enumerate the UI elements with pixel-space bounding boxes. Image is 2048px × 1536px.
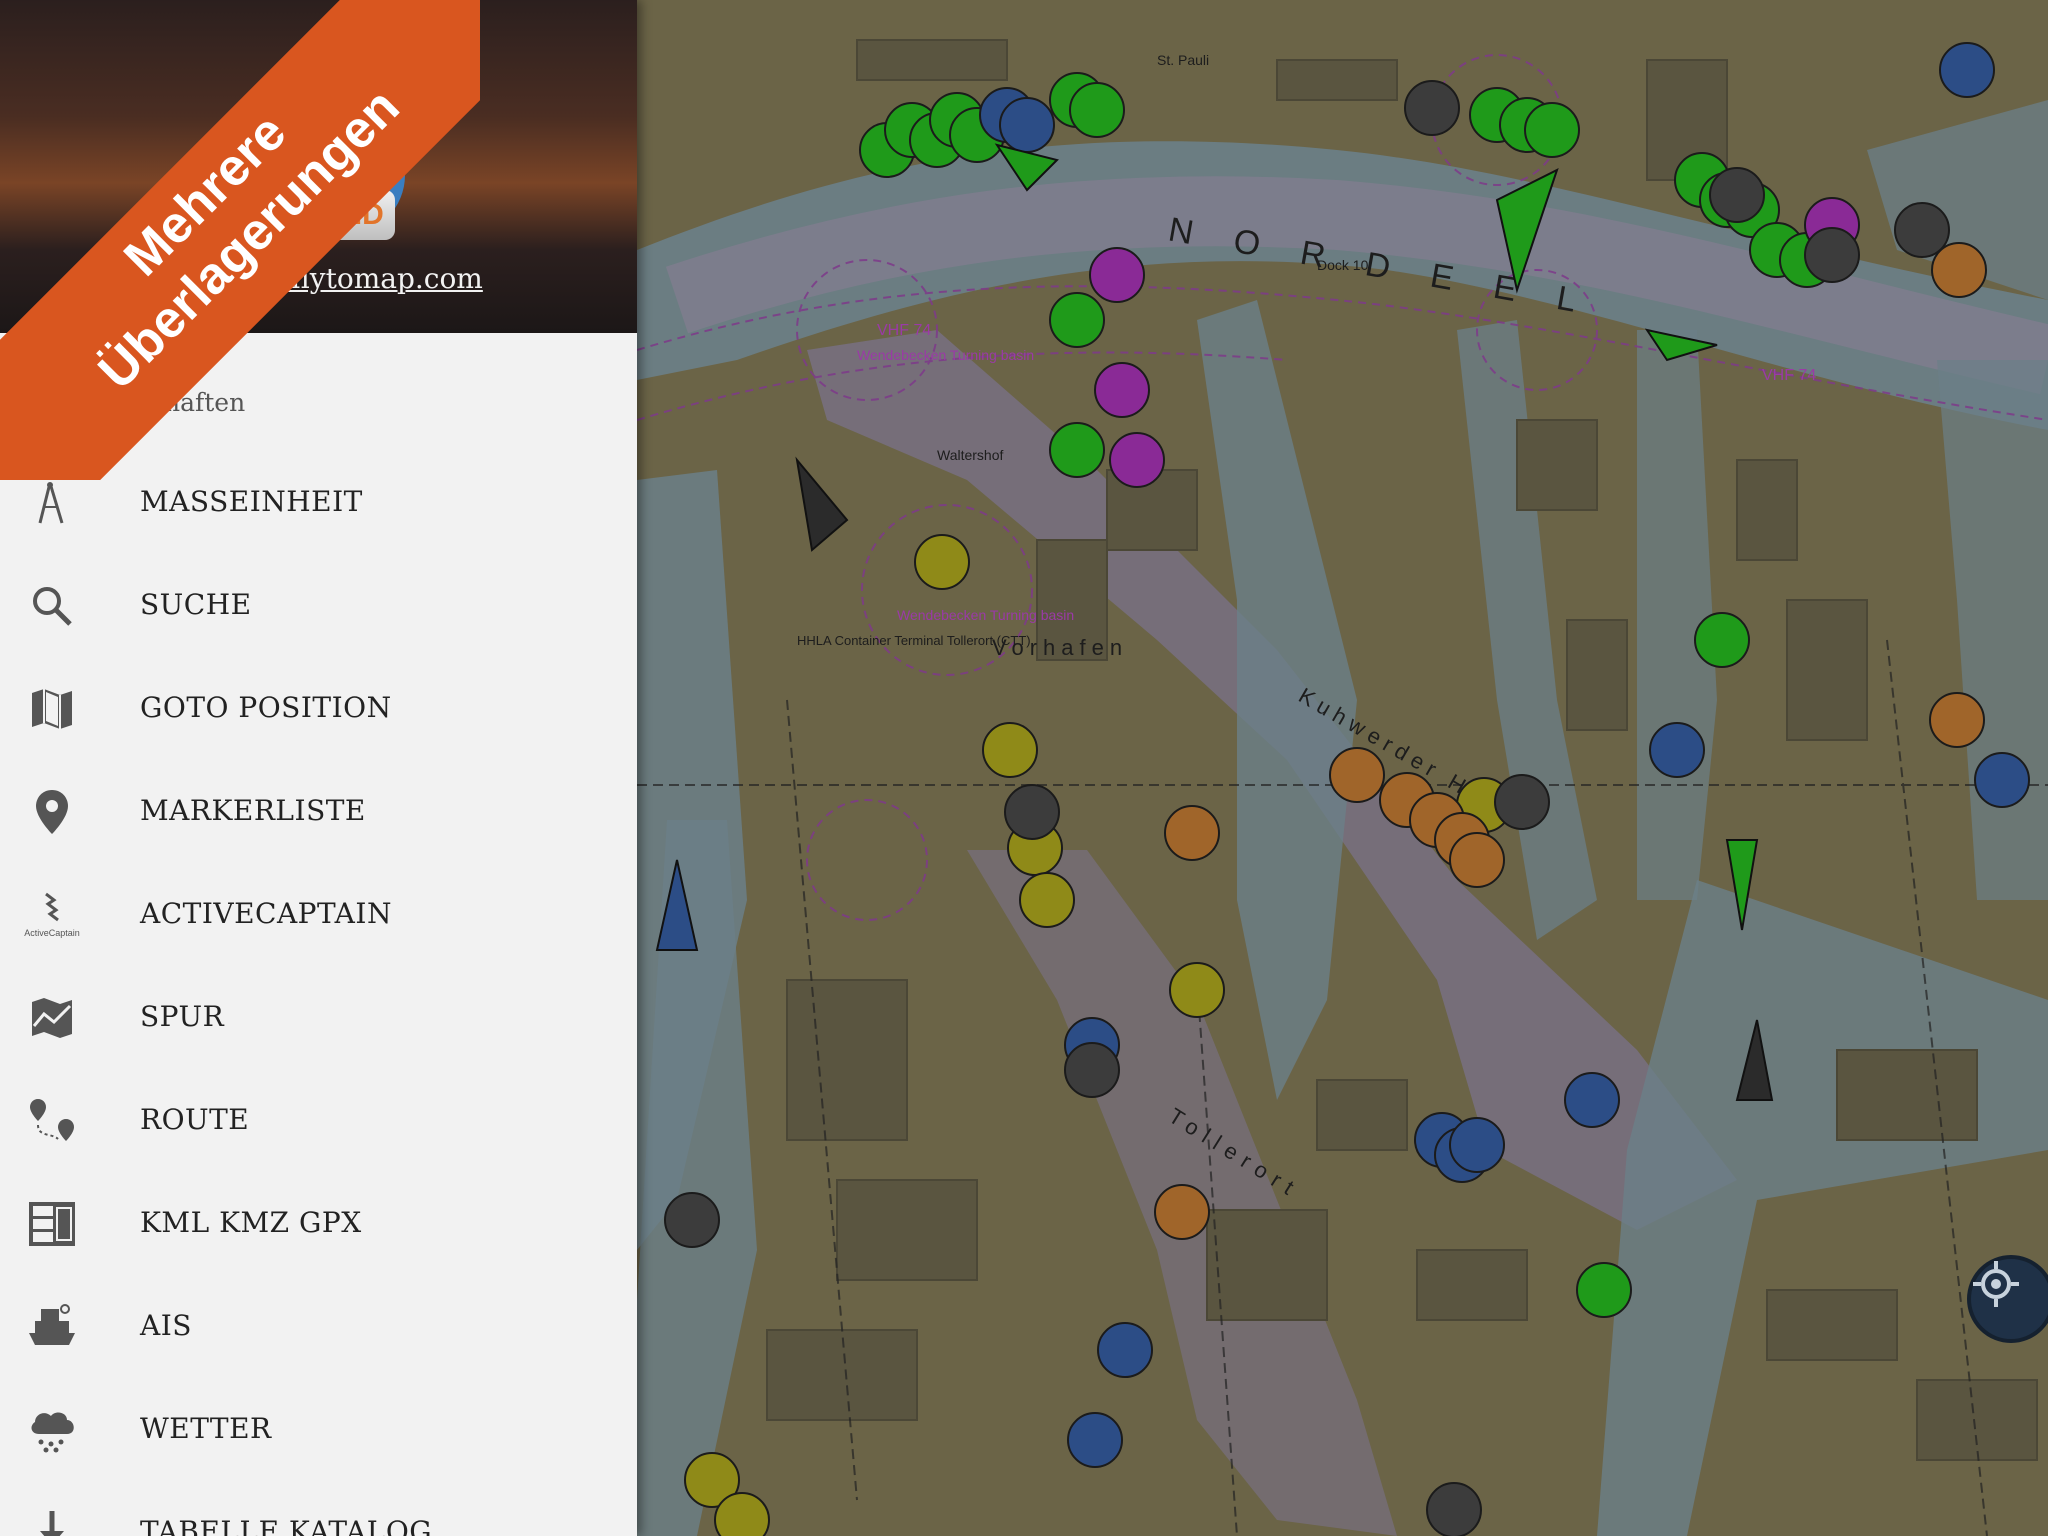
- chart-canvas: N O R D E E L Vorhafen Kuhwerder Hafen T…: [637, 0, 2048, 1536]
- menu-item-ais[interactable]: AIS: [0, 1274, 637, 1377]
- download-icon: [24, 1508, 80, 1536]
- section-title: Eigenschaften: [64, 388, 246, 417]
- locate-button[interactable]: [1967, 1255, 2048, 1343]
- menu-item-tabelle-katalog[interactable]: TABELLE KATALOG: [0, 1480, 637, 1536]
- route-icon: [24, 1096, 80, 1146]
- track-map-icon: [24, 993, 80, 1043]
- compass-divider-icon: [24, 478, 80, 528]
- menu-item-route[interactable]: ROUTE: [0, 1068, 637, 1171]
- nautical-chart-map[interactable]: N O R D E E L Vorhafen Kuhwerder Hafen T…: [637, 0, 2048, 1536]
- menu-item-activecaptain[interactable]: ActiveCaptain ACTIVECAPTAIN: [0, 862, 637, 965]
- menu-item-spur[interactable]: SPUR: [0, 965, 637, 1068]
- dock10-label: Dock 10: [1317, 257, 1369, 273]
- menu-label: SUCHE: [140, 588, 252, 621]
- site-url-link[interactable]: viewer.flytomap.com: [190, 262, 483, 295]
- terminal-label: HHLA Container Terminal Tollerort (CTT): [797, 633, 1031, 648]
- menu-item-kml-kmz-gpx[interactable]: KML KMZ GPX: [0, 1171, 637, 1274]
- search-icon: [24, 581, 80, 631]
- menu-label: KML KMZ GPX: [140, 1206, 362, 1239]
- turning-basin-label-2: Wendebecken Turning basin: [857, 347, 1034, 363]
- waltershof-label: Waltershof: [937, 447, 1004, 463]
- location-pin-icon: [24, 787, 80, 837]
- menu-label: ROUTE: [140, 1103, 250, 1136]
- turning-basin-label: Wendebecken Turning basin: [897, 607, 1074, 623]
- logo-hd-text: HD: [340, 198, 384, 231]
- gps-locate-icon: [1973, 1261, 2019, 1307]
- vhf-label-2: VHF 74: [1762, 367, 1816, 384]
- logo-gps-text: GPS: [271, 198, 335, 231]
- menu-label: WETTER: [140, 1412, 272, 1445]
- navigation-drawer: GPS HD viewer.flytomap.com Eigenschaften…: [0, 0, 637, 1536]
- kml-file-icon: [24, 1199, 80, 1249]
- menu-item-masseinheit[interactable]: MASSEINHEIT: [0, 450, 637, 553]
- menu-label: AIS: [140, 1309, 192, 1342]
- menu-item-goto-position[interactable]: GOTO POSITION: [0, 656, 637, 759]
- activecaptain-icon: ActiveCaptain: [24, 890, 80, 940]
- menu-label: GOTO POSITION: [140, 691, 392, 724]
- stpauli-label: St. Pauli: [1157, 52, 1209, 68]
- menu-label: MASSEINHEIT: [140, 485, 363, 518]
- menu-item-markerliste[interactable]: MARKERLISTE: [0, 759, 637, 862]
- activecaptain-icon-caption: ActiveCaptain: [24, 928, 80, 938]
- drawer-header: GPS HD viewer.flytomap.com: [0, 0, 637, 333]
- menu-label: ACTIVECAPTAIN: [140, 897, 392, 930]
- vhf-label-1: VHF 74: [877, 322, 931, 339]
- menu-item-wetter[interactable]: WETTER: [0, 1377, 637, 1480]
- menu-label: MARKERLISTE: [140, 794, 366, 827]
- menu-item-suche[interactable]: SUCHE: [0, 553, 637, 656]
- map-icon: [24, 684, 80, 734]
- ship-icon: [24, 1302, 80, 1352]
- menu-label: SPUR: [140, 1000, 225, 1033]
- weather-cloud-icon: [24, 1405, 80, 1455]
- menu-label: TABELLE KATALOG: [140, 1515, 433, 1536]
- drawer-menu: MASSEINHEIT SUCHE GOTO POSITION MARKERLI…: [0, 450, 637, 1536]
- gps-hd-badge: GPS HD: [260, 190, 395, 240]
